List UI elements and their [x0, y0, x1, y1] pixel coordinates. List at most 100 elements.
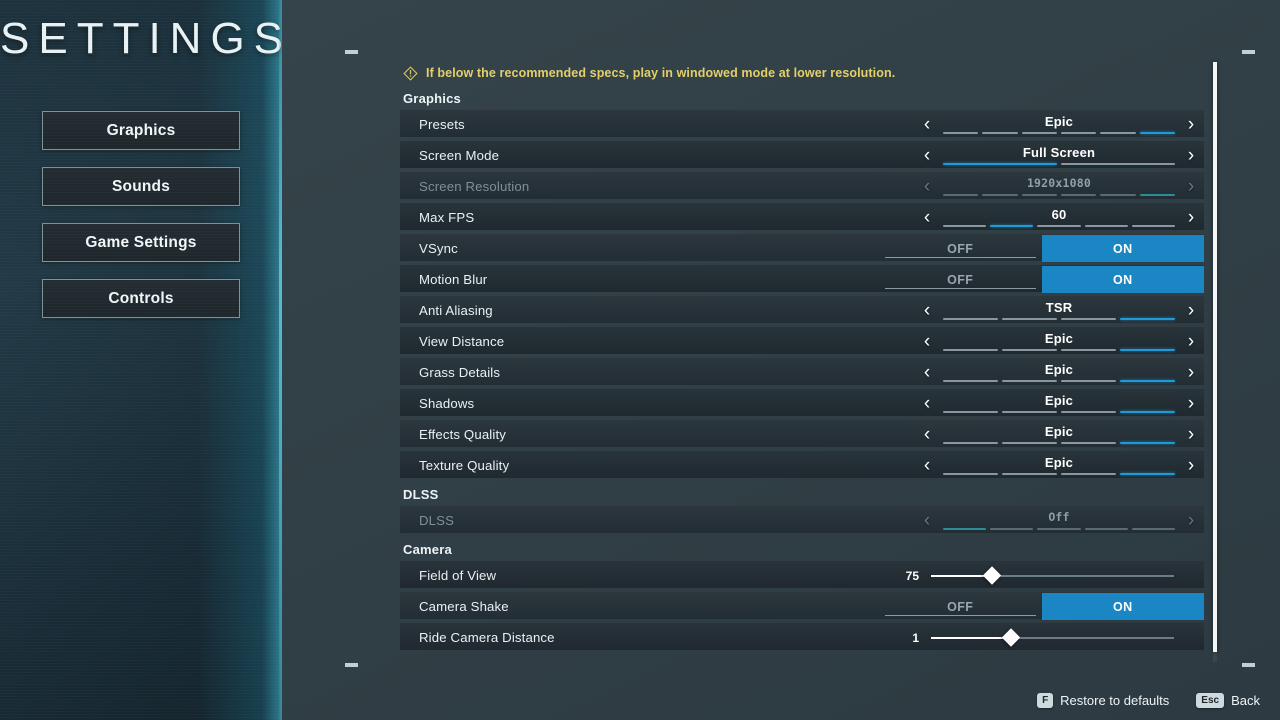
- stepper-segment: [1061, 349, 1116, 351]
- slider-handle[interactable]: [1001, 627, 1021, 647]
- stepper-segment: [982, 194, 1018, 196]
- stepper-segment: [1061, 411, 1116, 413]
- toggle-option-on[interactable]: ON: [1041, 593, 1204, 620]
- setting-row-ride-camera-distance[interactable]: Ride Camera Distance 1: [400, 623, 1204, 650]
- stepper-segment: [1002, 349, 1057, 351]
- stepper-body: Epic: [940, 421, 1178, 448]
- stepper-control: ‹ 60 ›: [914, 204, 1204, 231]
- setting-row-view-distance[interactable]: View Distance ‹ Epic ›: [400, 327, 1204, 354]
- sidebar-item-label: Controls: [108, 289, 174, 307]
- settings-content-panel: If below the recommended specs, play in …: [400, 60, 1218, 664]
- stepper-segment: [1061, 163, 1175, 165]
- scrollbar-thumb[interactable]: [1213, 62, 1217, 652]
- toggle-control: OFF ON: [879, 593, 1204, 620]
- chevron-right-icon[interactable]: ›: [1178, 363, 1204, 382]
- stepper-segment: [1061, 442, 1116, 444]
- setting-row-camera-shake[interactable]: Camera Shake OFF ON: [400, 592, 1204, 620]
- chevron-right-icon[interactable]: ›: [1178, 301, 1204, 320]
- chevron-right-icon[interactable]: ›: [1178, 208, 1204, 227]
- sidebar-item-game-settings[interactable]: Game Settings: [42, 223, 240, 262]
- warning-diamond-icon: [403, 65, 418, 81]
- chevron-right-icon[interactable]: ›: [1178, 146, 1204, 165]
- sidebar-item-controls[interactable]: Controls: [42, 279, 240, 318]
- chevron-right-icon[interactable]: ›: [1178, 332, 1204, 351]
- stepper-segment: [943, 380, 998, 382]
- chevron-left-icon[interactable]: ‹: [914, 394, 940, 413]
- chevron-left-icon[interactable]: ‹: [914, 301, 940, 320]
- slider-track[interactable]: [931, 565, 1174, 585]
- settings-scroll-area: If below the recommended specs, play in …: [400, 60, 1204, 654]
- setting-label: Ride Camera Distance: [419, 629, 555, 645]
- stepper-segment-bar: [943, 132, 1175, 134]
- setting-row-vsync[interactable]: VSync OFF ON: [400, 234, 1204, 262]
- restore-defaults-hint[interactable]: F Restore to defaults: [1037, 693, 1169, 708]
- chevron-left-icon[interactable]: ‹: [914, 425, 940, 444]
- chevron-left-icon[interactable]: ‹: [914, 115, 940, 134]
- setting-row-screen-mode[interactable]: Screen Mode ‹ Full Screen ›: [400, 141, 1204, 168]
- restore-defaults-label: Restore to defaults: [1060, 693, 1170, 708]
- setting-row-presets[interactable]: Presets ‹ Epic ›: [400, 110, 1204, 137]
- setting-row-anti-aliasing[interactable]: Anti Aliasing ‹ TSR ›: [400, 296, 1204, 323]
- setting-label: Texture Quality: [419, 457, 510, 473]
- setting-row-shadows[interactable]: Shadows ‹ Epic ›: [400, 389, 1204, 416]
- setting-label: Screen Mode: [419, 147, 500, 163]
- setting-row-effects-quality[interactable]: Effects Quality ‹ Epic ›: [400, 420, 1204, 447]
- back-hint[interactable]: Esc Back: [1196, 693, 1260, 708]
- stepper-value: Off: [1048, 510, 1070, 524]
- stepper-segment: [943, 194, 979, 196]
- chevron-right-icon[interactable]: ›: [1178, 394, 1204, 413]
- stepper-segment: [1002, 411, 1057, 413]
- stepper-value: Epic: [1044, 114, 1074, 129]
- stepper-body: Full Screen: [940, 142, 1178, 169]
- stepper-segment-bar: [943, 411, 1175, 413]
- stepper-control: ‹ Epic ›: [914, 328, 1204, 355]
- setting-row-field-of-view[interactable]: Field of View 75: [400, 561, 1204, 588]
- stepper-value: Epic: [1044, 455, 1074, 470]
- chevron-right-icon[interactable]: ›: [1178, 456, 1204, 475]
- toggle-option-off[interactable]: OFF: [879, 593, 1042, 620]
- toggle-option-off[interactable]: OFF: [879, 235, 1042, 262]
- setting-row-max-fps[interactable]: Max FPS ‹ 60 ›: [400, 203, 1204, 230]
- key-f-badge: F: [1037, 693, 1054, 708]
- section-header-camera: Camera: [403, 542, 452, 557]
- setting-label: Presets: [419, 116, 465, 132]
- chevron-left-icon[interactable]: ‹: [914, 332, 940, 351]
- stepper-segment: [990, 528, 1034, 530]
- chevron-left-icon[interactable]: ‹: [914, 146, 940, 165]
- setting-label: Screen Resolution: [419, 178, 530, 194]
- chevron-left-icon[interactable]: ‹: [914, 363, 940, 382]
- chevron-left-icon[interactable]: ‹: [914, 456, 940, 475]
- stepper-segment: [1120, 349, 1175, 351]
- toggle-option-off[interactable]: OFF: [879, 266, 1042, 293]
- stepper-segment: [1061, 318, 1116, 320]
- setting-label: DLSS: [419, 512, 455, 528]
- stepper-segment: [1084, 225, 1128, 227]
- stepper-segment-bar: [943, 318, 1175, 320]
- chevron-left-icon[interactable]: ‹: [914, 208, 940, 227]
- stepper-segment: [1002, 318, 1057, 320]
- corner-dash-bottom-left: [345, 663, 358, 667]
- toggle-option-on[interactable]: ON: [1041, 266, 1204, 293]
- sidebar-item-graphics[interactable]: Graphics: [42, 111, 240, 150]
- warning-text: If below the recommended specs, play in …: [426, 66, 896, 80]
- chevron-right-icon[interactable]: ›: [1178, 115, 1204, 134]
- setting-row-texture-quality[interactable]: Texture Quality ‹ Epic ›: [400, 451, 1204, 478]
- sidebar-item-label: Sounds: [111, 177, 171, 195]
- toggle-option-on[interactable]: ON: [1041, 235, 1204, 262]
- chevron-right-icon[interactable]: ›: [1178, 425, 1204, 444]
- stepper-segment: [943, 132, 979, 134]
- slider-handle[interactable]: [982, 565, 1001, 585]
- stepper-segment-bar: [943, 163, 1175, 165]
- slider-track[interactable]: [931, 627, 1174, 647]
- stepper-segment: [943, 163, 1057, 165]
- stepper-value: Full Screen: [1022, 145, 1096, 160]
- setting-row-grass-details[interactable]: Grass Details ‹ Epic ›: [400, 358, 1204, 385]
- sidebar-item-sounds[interactable]: Sounds: [42, 167, 240, 206]
- stepper-body: Epic: [940, 452, 1178, 479]
- setting-row-motion-blur[interactable]: Motion Blur OFF ON: [400, 265, 1204, 293]
- stepper-segment: [1002, 473, 1057, 475]
- stepper-segment-bar: [943, 349, 1175, 351]
- stepper-value: Epic: [1044, 331, 1074, 346]
- stepper-control: ‹ Epic ›: [914, 452, 1204, 479]
- stepper-segment-bar: [943, 380, 1175, 382]
